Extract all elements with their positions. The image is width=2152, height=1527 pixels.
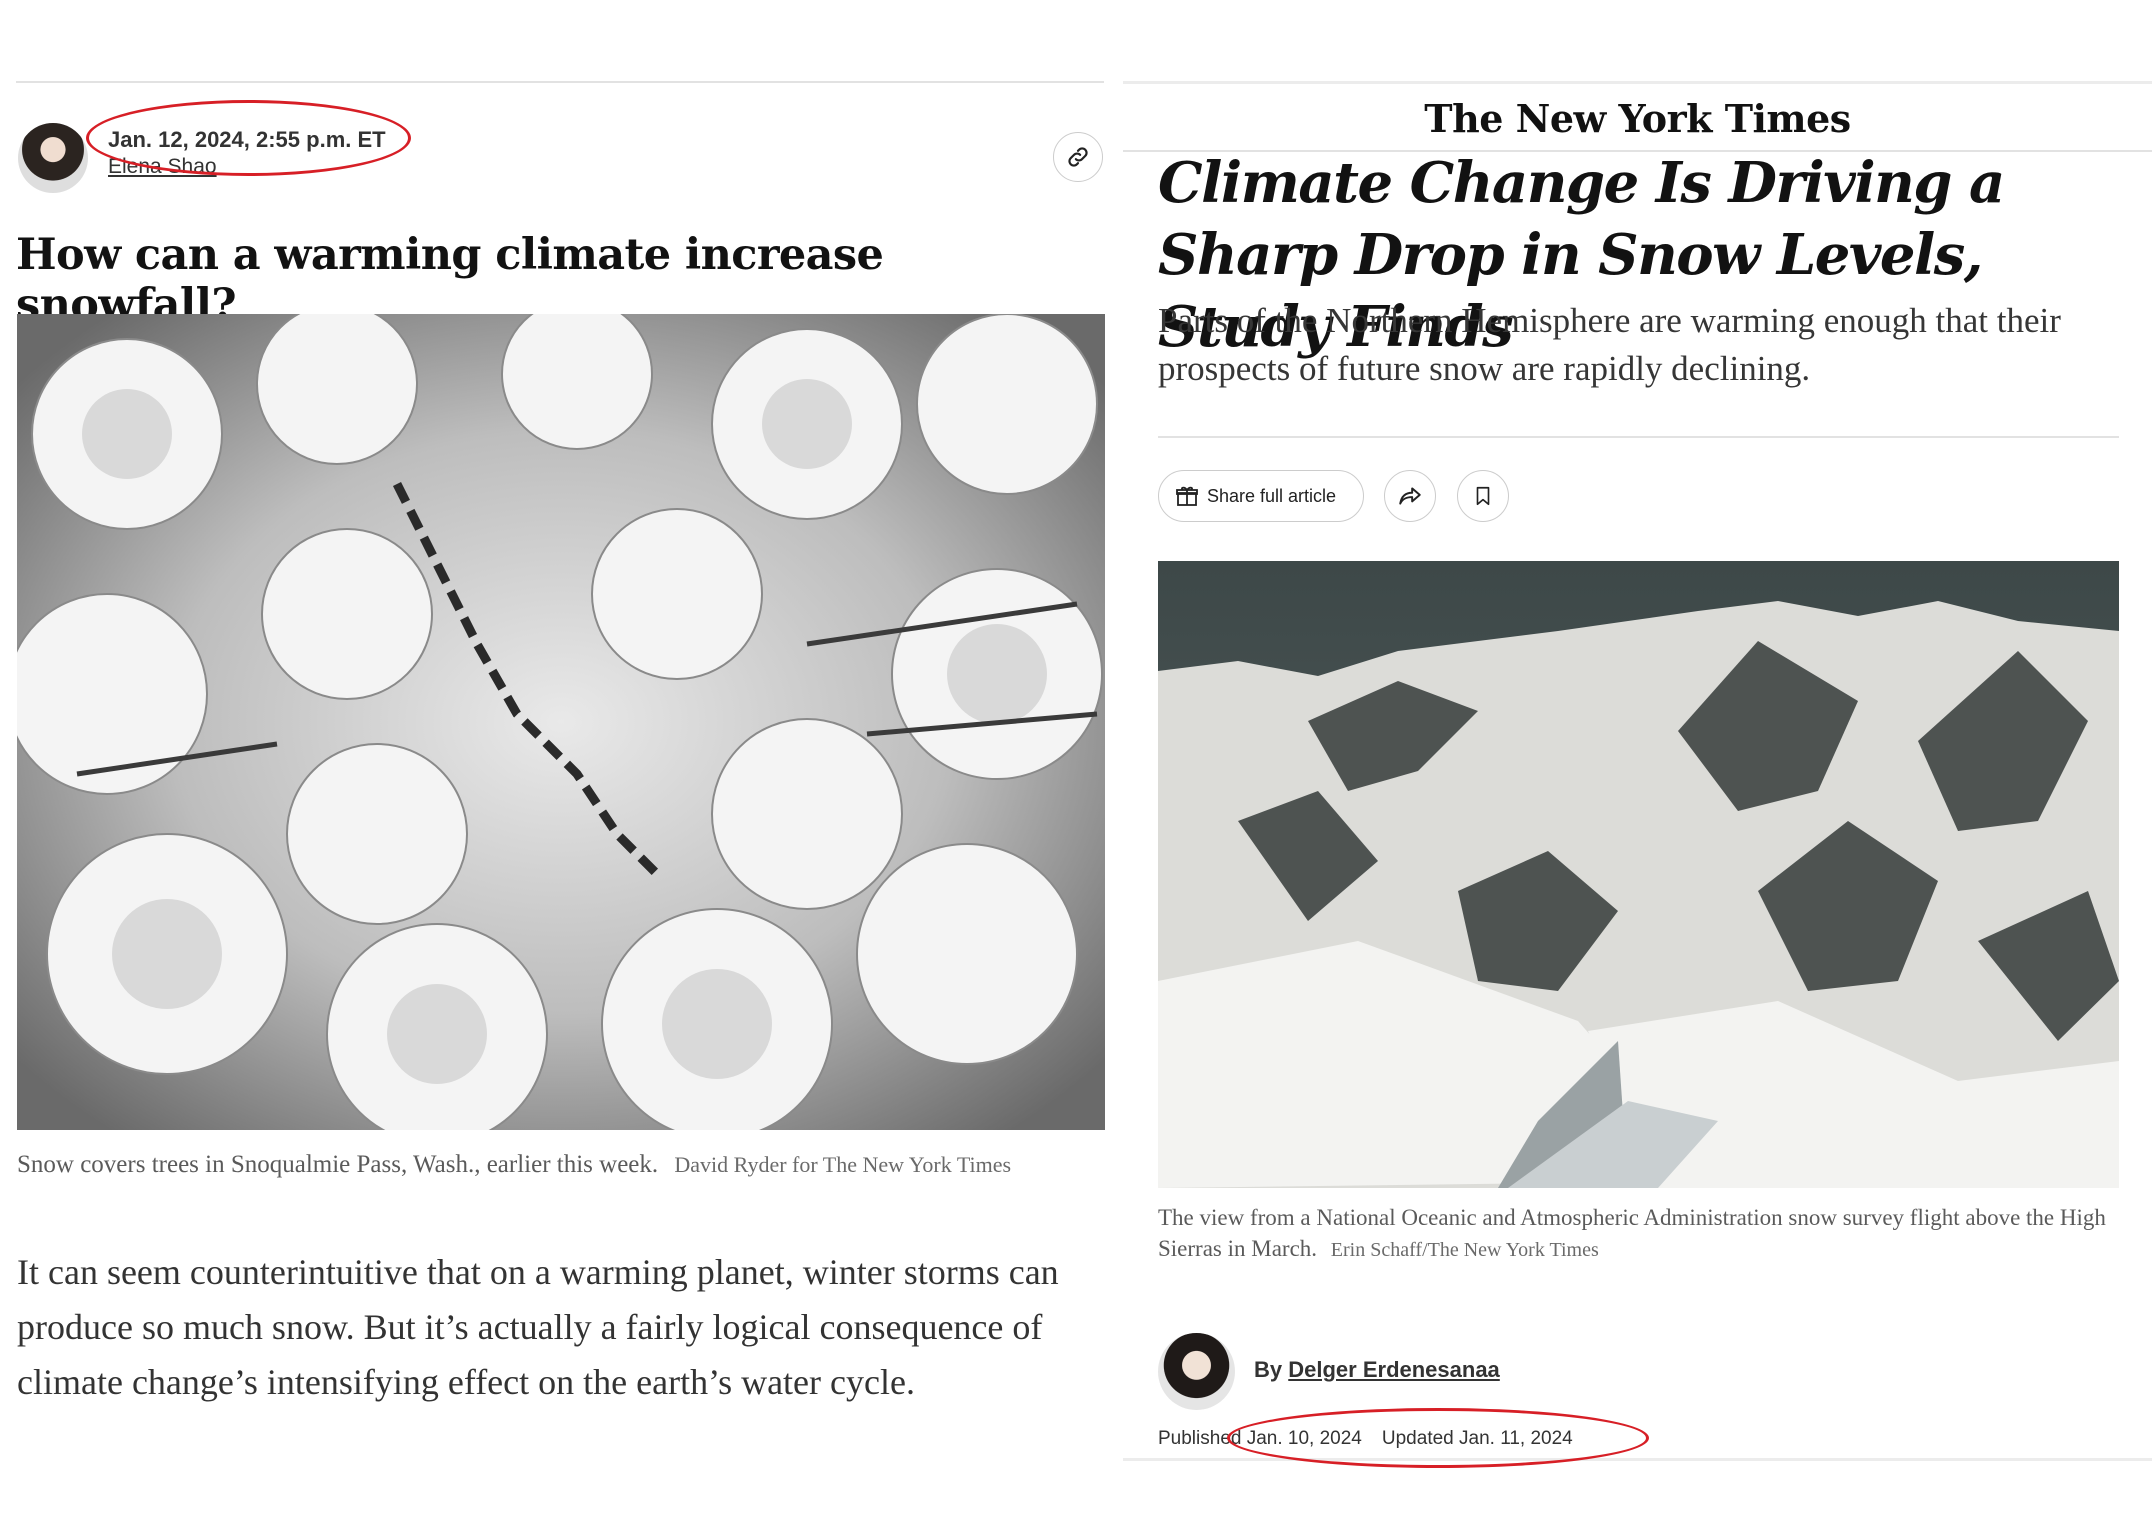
byline: By Delger Erdenesanaa: [1254, 1357, 1500, 1383]
image-caption: The view from a National Oceanic and Atm…: [1158, 1202, 2138, 1266]
masthead-logo[interactable]: The New York Times: [1123, 96, 2152, 141]
save-button[interactable]: [1457, 470, 1509, 522]
top-divider: [16, 81, 1104, 83]
mountain-aerial-photo: [1158, 561, 2119, 1188]
byline-prefix: By: [1254, 1357, 1283, 1382]
share-label: Share full article: [1207, 485, 1337, 506]
bottom-divider: [1123, 1458, 2152, 1461]
caption-text: Snow covers trees in Snoqualmie Pass, Wa…: [17, 1151, 659, 1178]
share-button[interactable]: [1384, 470, 1436, 522]
right-article-panel: The New York Times Climate Change Is Dri…: [1123, 0, 2152, 1527]
bookmark-icon: [1476, 486, 1490, 506]
author-link[interactable]: Delger Erdenesanaa: [1288, 1357, 1500, 1382]
share-full-article-button[interactable]: Share full article: [1158, 470, 1364, 522]
caption-text: The view from a National Oceanic and Atm…: [1158, 1205, 2106, 1261]
summary-divider: [1158, 436, 2119, 438]
photo-credit: David Ryder for The New York Times: [674, 1152, 1012, 1177]
left-article-panel: Jan. 12, 2024, 2:55 p.m. ET Elena Shao H…: [0, 0, 1115, 1527]
article-body: It can seem counterintuitive that on a w…: [17, 1252, 1059, 1402]
share-arrow-icon: [1399, 487, 1421, 505]
author-avatar: [1158, 1333, 1235, 1410]
author-avatar: [18, 123, 88, 193]
image-caption: Snow covers trees in Snoqualmie Pass, Wa…: [17, 1147, 1097, 1182]
photo-credit: Erin Schaff/The New York Times: [1330, 1239, 1599, 1261]
date-highlight-circle: [86, 100, 411, 176]
link-icon: [1068, 147, 1088, 167]
gift-icon: [1176, 486, 1198, 506]
summary: Parts of the Northern Hemisphere are war…: [1158, 301, 2061, 388]
top-divider: [1123, 81, 2152, 84]
date-highlight-circle: [1227, 1408, 1649, 1468]
snow-forest-photo: [17, 314, 1105, 1130]
copy-link-button[interactable]: [1053, 132, 1103, 182]
